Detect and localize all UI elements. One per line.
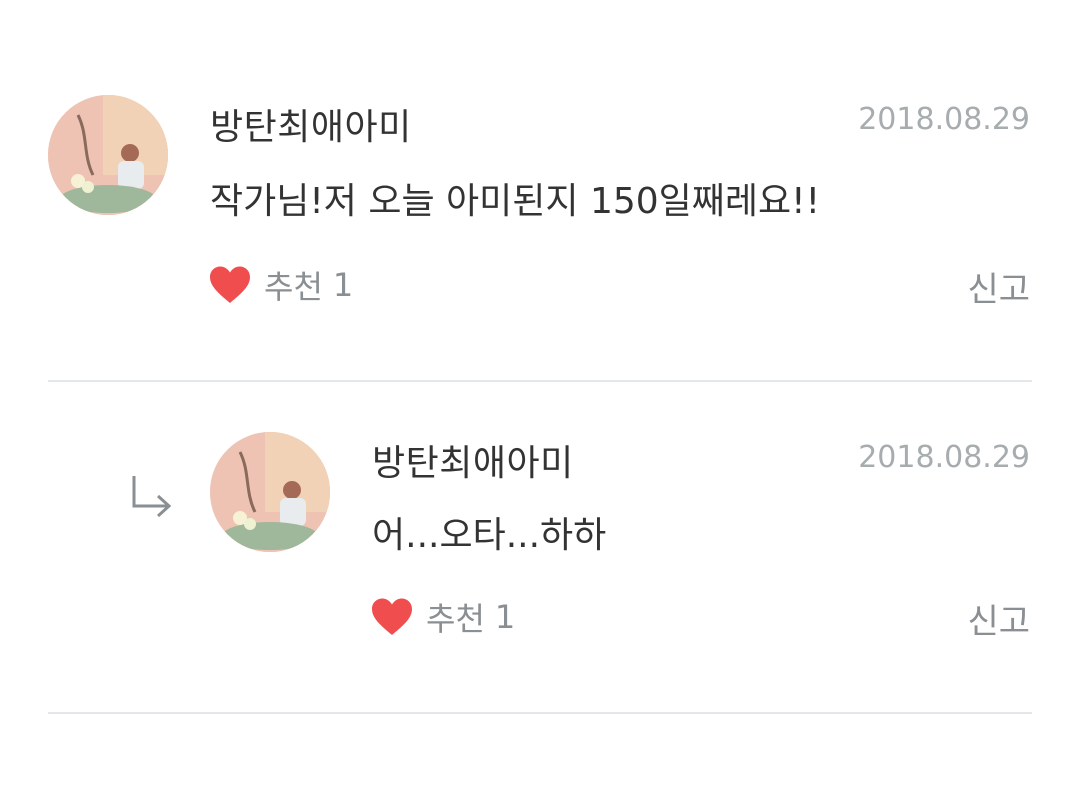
like-label: 추천 — [264, 268, 323, 306]
comment-text: 작가님!저 오늘 아미된지 150일째레요!! — [210, 181, 821, 222]
avatar[interactable] — [210, 432, 330, 552]
reply-arrow-icon — [132, 476, 172, 518]
avatar[interactable] — [48, 95, 168, 215]
avatar-image — [210, 432, 330, 552]
like-count: 1 — [332, 266, 354, 304]
avatar-image — [48, 95, 168, 215]
comment-username: 방탄최애아미 — [210, 107, 412, 148]
report-button[interactable]: 신고 — [967, 262, 1030, 311]
heart-icon — [372, 598, 412, 635]
like-button[interactable]: 추천 1 — [370, 594, 515, 640]
like-button[interactable]: 추천 1 — [208, 262, 353, 308]
divider — [48, 712, 1032, 714]
reply-username: 방탄최애아미 — [372, 443, 574, 484]
reply-text: 어...오타...하하 — [372, 515, 607, 556]
comment-item: 방탄최애아미 2018.08.29 작가님!저 오늘 아미된지 150일째레요!… — [0, 0, 1080, 380]
heart-icon — [210, 266, 250, 303]
like-label: 추천 — [426, 600, 485, 638]
reply-date: 2018.08.29 — [858, 440, 1030, 475]
comment-date: 2018.08.29 — [858, 102, 1030, 137]
reply-item: 방탄최애아미 2018.08.29 어...오타...하하 추천 1 신고 — [0, 382, 1080, 712]
report-button[interactable]: 신고 — [967, 594, 1030, 643]
like-count: 1 — [494, 598, 516, 636]
